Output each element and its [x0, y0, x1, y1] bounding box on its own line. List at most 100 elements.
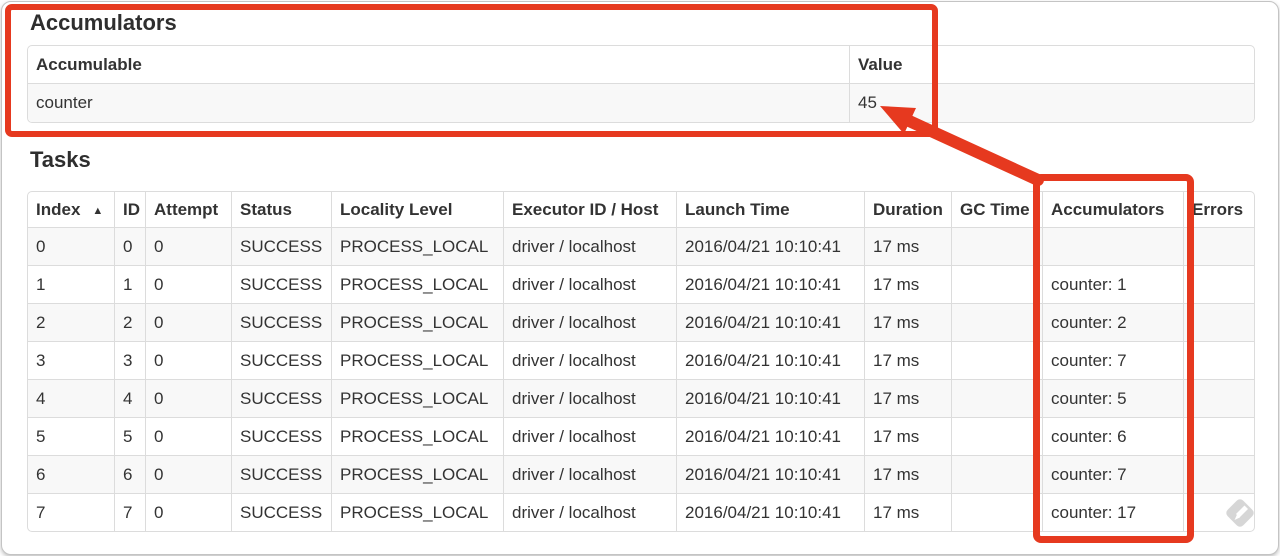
table-header-row: Index ▲ ID Attempt Status Locality Level Execu… — [28, 192, 1254, 227]
table-cell — [951, 265, 1042, 303]
table-cell: 2016/04/21 10:10:41 — [676, 227, 864, 265]
table-cell: 0 — [28, 227, 114, 265]
table-cell: SUCCESS — [231, 227, 331, 265]
table-cell: 17 ms — [864, 379, 951, 417]
table-cell: counter: 1 — [1042, 265, 1183, 303]
table-cell: 0 — [145, 265, 231, 303]
sort-ascending-icon: ▲ — [92, 204, 104, 217]
table-cell: 4 — [28, 379, 114, 417]
table-cell — [951, 303, 1042, 341]
table-cell: 5 — [28, 417, 114, 455]
table-cell: 0 — [145, 341, 231, 379]
table-cell: 17 ms — [864, 265, 951, 303]
table-cell — [951, 417, 1042, 455]
column-header-label: GC Time — [960, 199, 1030, 219]
table-cell: driver / localhost — [503, 493, 676, 531]
table-cell: SUCCESS — [231, 455, 331, 493]
column-header-label: Locality Level — [340, 199, 453, 219]
table-cell: counter — [28, 83, 849, 122]
table-row: 6 6 0 SUCCESS PROCESS_LOCAL driver / localhos… — [28, 455, 1254, 493]
column-header-label: Launch Time — [685, 199, 790, 219]
table-row: 7 7 0 SUCCESS PROCESS_LOCAL driver / localhos… — [28, 493, 1254, 531]
table-cell — [951, 227, 1042, 265]
table-row: 4 4 0 SUCCESS PROCESS_LOCAL driver / localhos… — [28, 379, 1254, 417]
table-cell — [1183, 455, 1254, 493]
column-header-index[interactable]: Index ▲ — [28, 192, 114, 227]
table-cell: 17 ms — [864, 417, 951, 455]
table-cell — [951, 455, 1042, 493]
table-cell: 0 — [114, 227, 145, 265]
skitch-watermark-icon — [1226, 499, 1254, 527]
column-header-gc-time[interactable]: GC Time — [951, 192, 1042, 227]
table-cell: SUCCESS — [231, 379, 331, 417]
column-header-errors[interactable]: Errors — [1183, 192, 1254, 227]
table-cell: 6 — [28, 455, 114, 493]
table-cell: 0 — [145, 303, 231, 341]
column-header-label: Status — [240, 199, 292, 219]
table-cell: 2 — [114, 303, 145, 341]
table-cell: counter: 2 — [1042, 303, 1183, 341]
table-header-row: Accumulable Value — [28, 46, 1254, 83]
table-cell: driver / localhost — [503, 379, 676, 417]
table-row: 1 1 0 SUCCESS PROCESS_LOCAL driver / localhos… — [28, 265, 1254, 303]
column-header-id[interactable]: ID — [114, 192, 145, 227]
table-cell — [1183, 303, 1254, 341]
table-cell: 0 — [145, 417, 231, 455]
table-cell: SUCCESS — [231, 341, 331, 379]
column-header-attempt[interactable]: Attempt — [145, 192, 231, 227]
column-header-locality-level[interactable]: Locality Level — [331, 192, 503, 227]
table-cell: 2016/04/21 10:10:41 — [676, 341, 864, 379]
table-cell: 2016/04/21 10:10:41 — [676, 417, 864, 455]
table-cell: PROCESS_LOCAL — [331, 303, 503, 341]
column-header-accumulators[interactable]: Accumulators — [1042, 192, 1183, 227]
accumulable-table: Accumulable Value counter 45 — [27, 45, 1255, 123]
table-cell: 4 — [114, 379, 145, 417]
column-header-label: Executor ID / Host — [512, 199, 659, 219]
table-cell: 3 — [28, 341, 114, 379]
column-header-label: Accumulable — [36, 54, 142, 74]
table-cell: 0 — [145, 227, 231, 265]
table-cell: counter: 6 — [1042, 417, 1183, 455]
column-header-executor-id-host[interactable]: Executor ID / Host — [503, 192, 676, 227]
table-cell: driver / localhost — [503, 227, 676, 265]
column-header-label: ID — [123, 199, 140, 219]
tasks-section-title: Tasks — [30, 147, 91, 172]
table-cell — [1042, 227, 1183, 265]
table-cell — [1183, 265, 1254, 303]
column-header-label: Value — [858, 54, 903, 74]
table-cell: PROCESS_LOCAL — [331, 455, 503, 493]
table-cell: 2 — [28, 303, 114, 341]
column-header-label: Attempt — [154, 199, 219, 219]
table-row: 3 3 0 SUCCESS PROCESS_LOCAL driver / localhos… — [28, 341, 1254, 379]
table-cell: driver / localhost — [503, 303, 676, 341]
table-cell: 2016/04/21 10:10:41 — [676, 265, 864, 303]
column-header-label: Errors — [1192, 199, 1244, 219]
column-header-status[interactable]: Status — [231, 192, 331, 227]
table-cell: 2016/04/21 10:10:41 — [676, 455, 864, 493]
table-cell: SUCCESS — [231, 493, 331, 531]
table-cell: 2016/04/21 10:10:41 — [676, 379, 864, 417]
table-cell: 0 — [145, 455, 231, 493]
column-header-label: Accumulators — [1051, 199, 1165, 219]
table-cell: 0 — [145, 379, 231, 417]
table-row: 5 5 0 SUCCESS PROCESS_LOCAL driver / localhos… — [28, 417, 1254, 455]
table-cell: 17 ms — [864, 455, 951, 493]
table-cell: 0 — [145, 493, 231, 531]
table-cell: 3 — [114, 341, 145, 379]
table-cell — [1183, 227, 1254, 265]
table-cell — [1183, 379, 1254, 417]
table-cell: 1 — [28, 265, 114, 303]
table-row: 0 0 0 SUCCESS PROCESS_LOCAL driver / localhos… — [28, 227, 1254, 265]
table-cell: PROCESS_LOCAL — [331, 341, 503, 379]
column-header-duration[interactable]: Duration — [864, 192, 951, 227]
table-cell — [951, 379, 1042, 417]
table-cell: counter: 5 — [1042, 379, 1183, 417]
column-header-launch-time[interactable]: Launch Time — [676, 192, 864, 227]
table-cell: 7 — [28, 493, 114, 531]
table-cell: 17 ms — [864, 227, 951, 265]
table-cell: 17 ms — [864, 493, 951, 531]
table-cell: driver / localhost — [503, 265, 676, 303]
table-cell: PROCESS_LOCAL — [331, 379, 503, 417]
column-header-label: Index — [36, 199, 81, 219]
table-row: counter 45 — [28, 83, 1254, 122]
